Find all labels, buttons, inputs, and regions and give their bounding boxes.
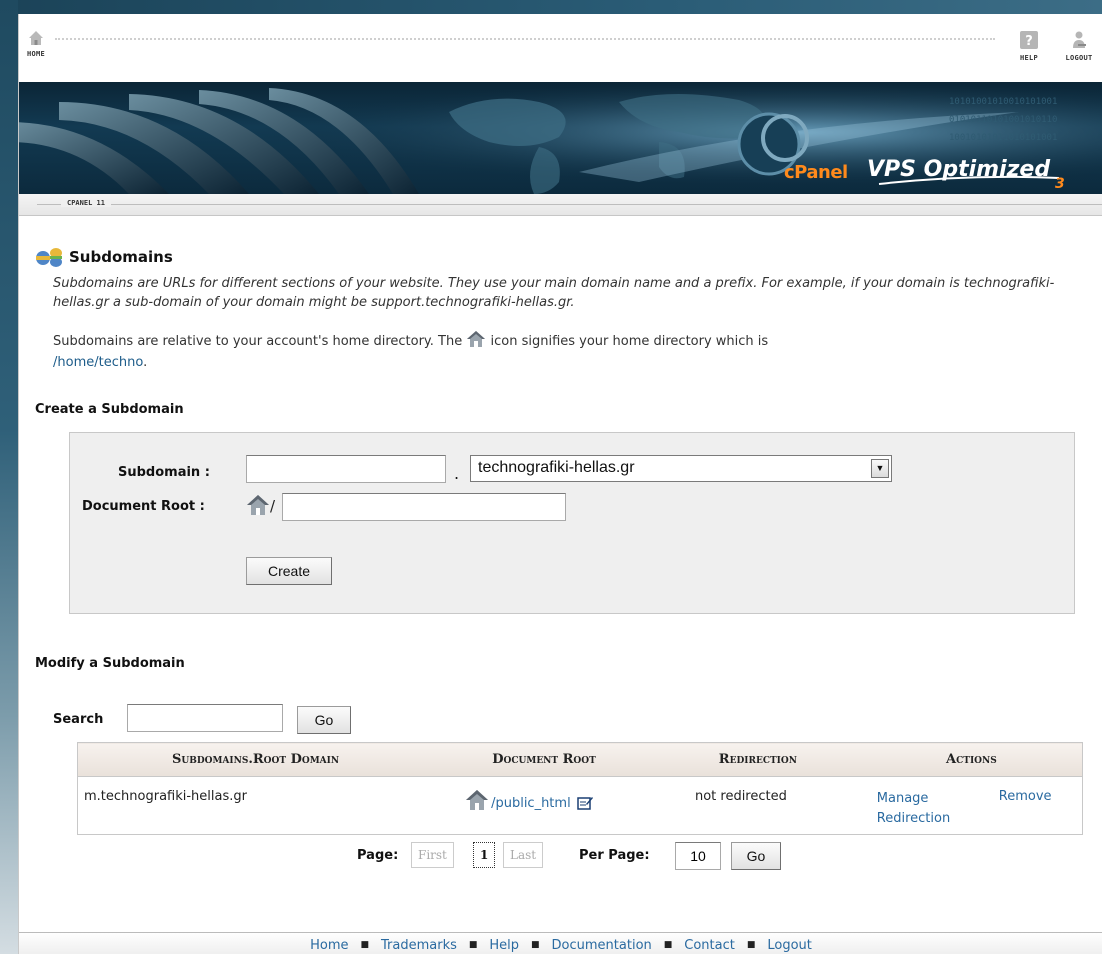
svg-text:10101001010010101001: 10101001010010101001 [949, 97, 1057, 107]
footer-link-home[interactable]: Home [310, 938, 348, 953]
per-page-label: Per Page: [579, 848, 650, 863]
top-nav: HOME ? HELP LOGOUT [19, 14, 1102, 82]
home-directory-icon [467, 331, 486, 347]
docroot-path[interactable]: /public_html [491, 796, 571, 811]
home-nav-label: HOME [26, 50, 46, 58]
remove-link[interactable]: Remove [999, 789, 1052, 804]
footer-separator: ■ [746, 940, 756, 950]
docroot-link[interactable]: /public_html [465, 789, 655, 811]
footer-links: Home ■ Trademarks ■ Help ■ Documentation ■ Conta… [19, 932, 1102, 954]
docroot-label: Document Root : [82, 499, 205, 514]
create-subdomain-form: Subdomain : . technografiki-hellas.gr ▼ … [69, 432, 1075, 614]
svg-text:01010110101001010110: 01010110101001010110 [949, 115, 1057, 125]
page-first-button[interactable]: First [411, 842, 454, 868]
version-label: CPANEL 11 [61, 199, 111, 207]
domain-select[interactable]: technografiki-hellas.gr ▼ [470, 455, 892, 482]
create-section-title: Create a Subdomain [35, 402, 184, 417]
table-row: m.technografiki-hellas.gr /public_html n… [78, 777, 1083, 835]
page-label: Page: [357, 848, 399, 863]
table-header-row: Subdomains.Root Domain Document Root Red… [77, 742, 1083, 777]
subdomains-table: Subdomains.Root Domain Document Root Red… [77, 742, 1083, 835]
help-nav-button[interactable]: ? HELP [1009, 30, 1049, 62]
cell-subdomain: m.technografiki-hellas.gr [84, 789, 247, 804]
svg-text:10010101011010101001: 10010101011010101001 [949, 133, 1057, 143]
product-name: VPS Optimized [867, 157, 1051, 182]
home-path: /home/techno [53, 355, 144, 370]
per-page-go-button[interactable]: Go [731, 842, 781, 870]
logout-nav-label: LOGOUT [1065, 54, 1093, 62]
subdomain-label: Subdomain : [118, 465, 210, 480]
cpanel-frame: HOME ? HELP LOGOUT 10101001010010101001 … [18, 14, 1102, 954]
search-input[interactable] [127, 704, 283, 732]
window-left-rail [0, 0, 18, 954]
column-header-docroot[interactable]: Document Root [433, 742, 655, 777]
page-last-button[interactable]: Last [503, 842, 544, 868]
product-version: 3 [1055, 176, 1065, 192]
footer-link-help[interactable]: Help [489, 938, 519, 953]
per-page-input[interactable] [675, 842, 721, 870]
footer-link-trademarks[interactable]: Trademarks [381, 938, 457, 953]
modify-section-title: Modify a Subdomain [35, 656, 185, 671]
home-note-before: Subdomains are relative to your account'… [53, 334, 463, 349]
home-icon [29, 31, 43, 45]
home-directory-icon [466, 790, 489, 810]
domain-separator: . [454, 464, 460, 483]
column-header-redirection[interactable]: Redirection [654, 742, 861, 777]
home-path-suffix: . [143, 355, 148, 370]
cell-redirection: not redirected [694, 789, 787, 804]
footer-separator: ■ [468, 940, 478, 950]
manage-redirection-link[interactable]: Manage Redirection [877, 789, 977, 829]
logout-icon [1073, 31, 1086, 48]
version-bar-line [37, 204, 1102, 205]
page-heading: Subdomains [35, 246, 173, 268]
page-title: Subdomains [69, 248, 173, 266]
window-top-strip [0, 0, 1102, 14]
footer-link-contact[interactable]: Contact [684, 938, 735, 953]
version-bar: CPANEL 11 [19, 194, 1102, 216]
logout-nav-button[interactable]: LOGOUT [1055, 30, 1102, 62]
edit-icon[interactable] [576, 795, 593, 811]
help-nav-label: HELP [1019, 54, 1039, 62]
cpanel-banner: 10101001010010101001 0101011010100101011… [19, 82, 1102, 194]
cell-actions: Manage Redirection Remove [861, 777, 1083, 835]
search-label: Search [53, 712, 104, 727]
nav-divider [55, 38, 995, 40]
page-current-button[interactable]: 1 [473, 842, 496, 868]
chevron-down-icon[interactable]: ▼ [871, 459, 889, 478]
create-button[interactable]: Create [246, 557, 332, 585]
pagination: Page: First 1 Last Per Page: Go [19, 840, 1102, 870]
help-icon: ? [1020, 31, 1038, 49]
subdomains-icon [36, 248, 62, 267]
column-header-subdomain[interactable]: Subdomains.Root Domain [77, 742, 434, 777]
column-header-actions: Actions [860, 742, 1083, 777]
footer-separator: ■ [360, 940, 369, 950]
docroot-slash: / [270, 497, 276, 515]
search-go-button[interactable]: Go [297, 706, 351, 734]
cpanel-logo-text: cPanel [784, 162, 848, 183]
domain-select-value: technografiki-hellas.gr [478, 459, 635, 476]
footer-link-documentation[interactable]: Documentation [552, 938, 652, 953]
page-description: Subdomains are URLs for different sectio… [53, 276, 1055, 310]
subdomain-input[interactable] [246, 455, 446, 483]
footer-separator: ■ [531, 940, 540, 950]
home-nav-button[interactable]: HOME [19, 30, 53, 58]
home-directory-note: Subdomains are relative to your account'… [53, 330, 1053, 373]
cell-docroot: /public_html [433, 777, 655, 835]
footer-separator: ■ [663, 940, 673, 950]
home-note-after: icon signifies your home directory which… [490, 334, 769, 349]
docroot-home-icon [247, 495, 269, 515]
footer-link-logout[interactable]: Logout [767, 938, 812, 953]
svg-text:?: ? [1025, 34, 1033, 49]
docroot-input[interactable] [282, 493, 566, 521]
